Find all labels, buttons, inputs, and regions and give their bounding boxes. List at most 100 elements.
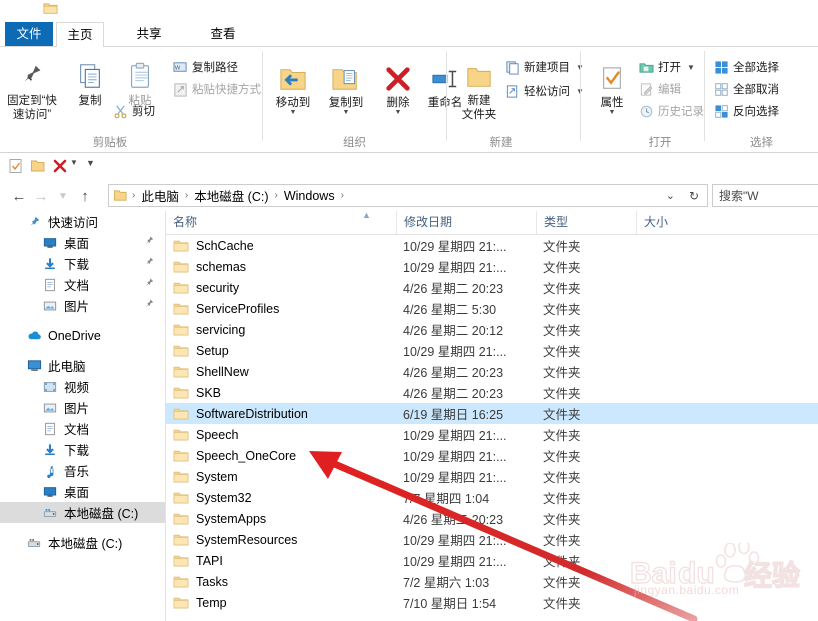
pin-icon[interactable] bbox=[143, 235, 155, 250]
table-row[interactable]: ServiceProfiles 4/26 星期二 5:30 文件夹 bbox=[166, 298, 818, 319]
back-button[interactable]: ← bbox=[8, 185, 30, 207]
pin-icon[interactable] bbox=[143, 298, 155, 313]
sidebar-item-desktop-pc[interactable]: 桌面 bbox=[0, 481, 165, 502]
pin-to-quick-access-button[interactable]: 固定到“快 速访问” bbox=[4, 55, 60, 122]
folder-icon bbox=[173, 259, 189, 275]
file-date-cell: 10/29 星期四 21:... bbox=[403, 240, 507, 254]
table-row[interactable]: servicing 4/26 星期二 20:12 文件夹 bbox=[166, 319, 818, 340]
cut-button[interactable]: 剪切 bbox=[112, 103, 155, 119]
qat-delete-button[interactable] bbox=[52, 158, 68, 174]
search-input[interactable]: 搜索"W bbox=[712, 184, 818, 207]
breadcrumb-windows[interactable]: Windows bbox=[281, 189, 338, 203]
edit-button[interactable]: 编辑 bbox=[638, 81, 681, 97]
chevron-down-icon[interactable]: ▼ bbox=[584, 109, 640, 116]
qat-new-folder-button[interactable] bbox=[30, 158, 46, 174]
qat-customize-button[interactable]: ▼ bbox=[86, 158, 95, 168]
forward-button[interactable]: → bbox=[30, 185, 52, 207]
breadcrumb-this-pc[interactable]: 此电脑 bbox=[138, 186, 182, 205]
table-row[interactable]: SystemApps 4/26 星期二 20:23 文件夹 bbox=[166, 508, 818, 529]
paste-button[interactable]: 粘贴 bbox=[112, 55, 168, 108]
move-to-button[interactable]: 移动到 ▼ bbox=[265, 57, 321, 116]
paste-shortcut-button[interactable]: 粘贴快捷方式 bbox=[172, 81, 261, 97]
chevron-down-icon[interactable]: ▼ bbox=[265, 109, 321, 116]
qat-delete-dropdown[interactable]: ▼ bbox=[70, 158, 78, 167]
properties-button[interactable]: 属性 ▼ bbox=[584, 57, 640, 116]
table-row[interactable]: Temp 7/10 星期日 1:54 文件夹 bbox=[166, 592, 818, 613]
sidebar-item-local-disk-c[interactable]: 本地磁盘 (C:) bbox=[0, 502, 165, 523]
column-header-type[interactable]: 类型 bbox=[536, 211, 636, 234]
tab-file[interactable]: 文件 bbox=[5, 22, 53, 46]
move-to-label: 移动到 bbox=[275, 97, 311, 109]
table-row[interactable]: System32 7/7 星期四 1:04 文件夹 bbox=[166, 487, 818, 508]
breadcrumb-local-disk[interactable]: 本地磁盘 (C:) bbox=[191, 186, 271, 205]
edit-label: 编辑 bbox=[658, 84, 681, 96]
file-date-cell: 7/2 星期六 1:03 bbox=[403, 576, 490, 590]
sidebar-header-this-pc[interactable]: 此电脑 bbox=[0, 355, 165, 376]
copy-to-button[interactable]: 复制到 ▼ bbox=[318, 57, 374, 116]
drive-icon bbox=[42, 505, 58, 521]
open-button[interactable]: 打开 ▼ bbox=[638, 59, 695, 75]
table-row[interactable]: SystemResources 10/29 星期四 21:... 文件夹 bbox=[166, 529, 818, 550]
sidebar-label: 桌面 bbox=[64, 237, 90, 251]
table-row[interactable]: Tasks 7/2 星期六 1:03 文件夹 bbox=[166, 571, 818, 592]
history-button[interactable]: 历史记录 bbox=[638, 103, 704, 119]
sidebar-item-pictures[interactable]: 图片 bbox=[0, 295, 165, 316]
pin-icon[interactable] bbox=[143, 277, 155, 292]
chevron-down-icon[interactable]: ▼ bbox=[318, 109, 374, 116]
chevron-down-icon[interactable]: ▼ bbox=[370, 109, 426, 116]
table-row[interactable]: SchCache 10/29 星期四 21:... 文件夹 bbox=[166, 235, 818, 256]
folder-icon bbox=[173, 490, 189, 506]
recent-locations-button[interactable]: ▼ bbox=[52, 185, 74, 207]
sidebar-item-music[interactable]: 音乐 bbox=[0, 460, 165, 481]
table-row[interactable]: TAPI 10/29 星期四 21:... 文件夹 bbox=[166, 550, 818, 571]
sidebar-header-onedrive[interactable]: OneDrive bbox=[0, 325, 165, 346]
sidebar-item-documents-pc[interactable]: 文档 bbox=[0, 418, 165, 439]
file-name-cell: SystemApps bbox=[166, 511, 396, 527]
table-row[interactable]: Setup 10/29 星期四 21:... 文件夹 bbox=[166, 340, 818, 361]
sidebar-item-pictures-pc[interactable]: 图片 bbox=[0, 397, 165, 418]
videos-icon bbox=[42, 379, 58, 395]
table-row[interactable]: System 10/29 星期四 21:... 文件夹 bbox=[166, 466, 818, 487]
table-row[interactable]: schemas 10/29 星期四 21:... 文件夹 bbox=[166, 256, 818, 277]
copy-path-button[interactable]: W 复制路径 bbox=[172, 59, 238, 75]
tab-home[interactable]: 主页 bbox=[56, 22, 104, 47]
sidebar-item-desktop[interactable]: 桌面 bbox=[0, 232, 165, 253]
sidebar-item-videos[interactable]: 视频 bbox=[0, 376, 165, 397]
sidebar-header-local-disk-c[interactable]: 本地磁盘 (C:) bbox=[0, 532, 165, 553]
file-name: SystemApps bbox=[196, 511, 267, 526]
sidebar-header-quick-access[interactable]: 快速访问 bbox=[0, 211, 165, 232]
address-bar[interactable]: › 此电脑 › 本地磁盘 (C:) › Windows › ⌄ ↻ bbox=[108, 184, 708, 207]
select-all-button[interactable]: 全部选择 bbox=[713, 59, 779, 75]
file-date-cell: 10/29 星期四 21:... bbox=[403, 261, 507, 275]
tab-view[interactable]: 查看 bbox=[200, 22, 246, 46]
sidebar-item-downloads-pc[interactable]: 下载 bbox=[0, 439, 165, 460]
column-header-size[interactable]: 大小 bbox=[636, 211, 726, 234]
table-row[interactable]: SKB 4/26 星期二 20:23 文件夹 bbox=[166, 382, 818, 403]
sidebar-item-documents[interactable]: 文档 bbox=[0, 274, 165, 295]
file-type-cell: 文件夹 bbox=[543, 597, 581, 611]
table-row[interactable]: SoftwareDistribution 6/19 星期日 16:25 文件夹 bbox=[166, 403, 818, 424]
file-explorer-window: 文件 主页 共享 查看 固定到“快 速访问” 复制 粘贴 W 复制路径 粘贴快捷… bbox=[0, 0, 818, 621]
new-item-button[interactable]: 新建项目 ▼ bbox=[504, 59, 584, 75]
invert-selection-button[interactable]: 反向选择 bbox=[713, 103, 779, 119]
up-button[interactable]: ↑ bbox=[74, 185, 96, 207]
sidebar-item-downloads[interactable]: 下载 bbox=[0, 253, 165, 274]
refresh-icon[interactable]: ↻ bbox=[683, 189, 705, 203]
select-none-button[interactable]: 全部取消 bbox=[713, 81, 779, 97]
table-row[interactable]: Speech 10/29 星期四 21:... 文件夹 bbox=[166, 424, 818, 445]
move-to-icon bbox=[265, 57, 321, 93]
column-header-date[interactable]: 修改日期 bbox=[396, 211, 536, 234]
table-row[interactable]: security 4/26 星期二 20:23 文件夹 bbox=[166, 277, 818, 298]
address-dropdown-button[interactable]: ⌄ bbox=[660, 189, 681, 202]
new-folder-button[interactable]: 新建 文件夹 bbox=[451, 55, 507, 122]
table-row[interactable]: Speech_OneCore 10/29 星期四 21:... 文件夹 bbox=[166, 445, 818, 466]
copy-button[interactable]: 复制 bbox=[62, 55, 118, 108]
folder-icon bbox=[173, 553, 189, 569]
qat-properties-button[interactable] bbox=[8, 158, 24, 174]
table-row[interactable]: ShellNew 4/26 星期二 20:23 文件夹 bbox=[166, 361, 818, 382]
chevron-down-icon[interactable]: ▼ bbox=[687, 63, 695, 72]
tab-share[interactable]: 共享 bbox=[126, 22, 172, 46]
easy-access-button[interactable]: 轻松访问 ▼ bbox=[504, 83, 584, 99]
invert-selection-icon bbox=[713, 103, 729, 119]
pin-icon[interactable] bbox=[143, 256, 155, 271]
